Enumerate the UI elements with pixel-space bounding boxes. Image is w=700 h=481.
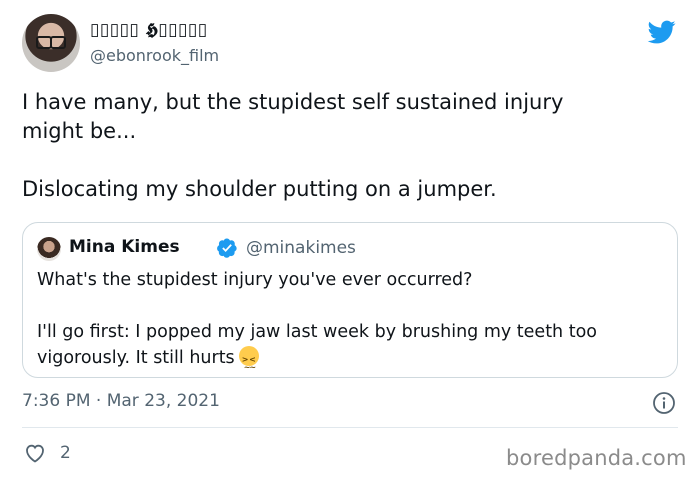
quoted-author-handle: @minakimes — [246, 238, 356, 258]
quoted-paragraph-2: I'll go first: I popped my jaw last week… — [37, 322, 597, 368]
author-avatar[interactable] — [22, 14, 80, 72]
like-count: 2 — [60, 443, 71, 463]
tweet-card: ▯▯▯▯▯ 𝕳▯▯▯▯▯ @ebonrook_film I have many,… — [0, 0, 700, 481]
tweet-timestamp[interactable]: 7:36 PM · Mar 23, 2021 — [22, 391, 220, 411]
author-handle[interactable]: @ebonrook_film — [90, 46, 219, 65]
quoted-tweet[interactable]: Mina Kimes @minakimes What's the stupide… — [22, 222, 678, 381]
author-display-name[interactable]: ▯▯▯▯▯ 𝕳▯▯▯▯▯ — [90, 20, 208, 40]
quoted-author-avatar — [37, 237, 61, 261]
quoted-author-display-name: Mina Kimes — [69, 237, 180, 257]
divider — [22, 427, 678, 428]
verified-badge-icon — [217, 238, 237, 258]
quoted-paragraph-2-wrap: I'll go first: I popped my jaw last week… — [37, 319, 667, 381]
info-icon[interactable] — [652, 391, 676, 415]
twitter-bird-icon[interactable] — [646, 18, 678, 46]
tweet-paragraph-1: I have many, but the stupidest self sust… — [22, 90, 564, 143]
watermark: boredpanda.com — [506, 446, 687, 470]
heart-icon[interactable] — [22, 441, 48, 465]
quoted-paragraph-1: What's the stupidest injury you've ever … — [37, 270, 473, 290]
tweet-body: I have many, but the stupidest self sust… — [22, 88, 672, 204]
confounded-face-emoji-icon — [238, 346, 259, 381]
tweet-paragraph-2: Dislocating my shoulder putting on a jum… — [22, 177, 497, 201]
avatar-glasses — [36, 36, 66, 49]
quoted-tweet-body: What's the stupidest injury you've ever … — [37, 267, 667, 381]
